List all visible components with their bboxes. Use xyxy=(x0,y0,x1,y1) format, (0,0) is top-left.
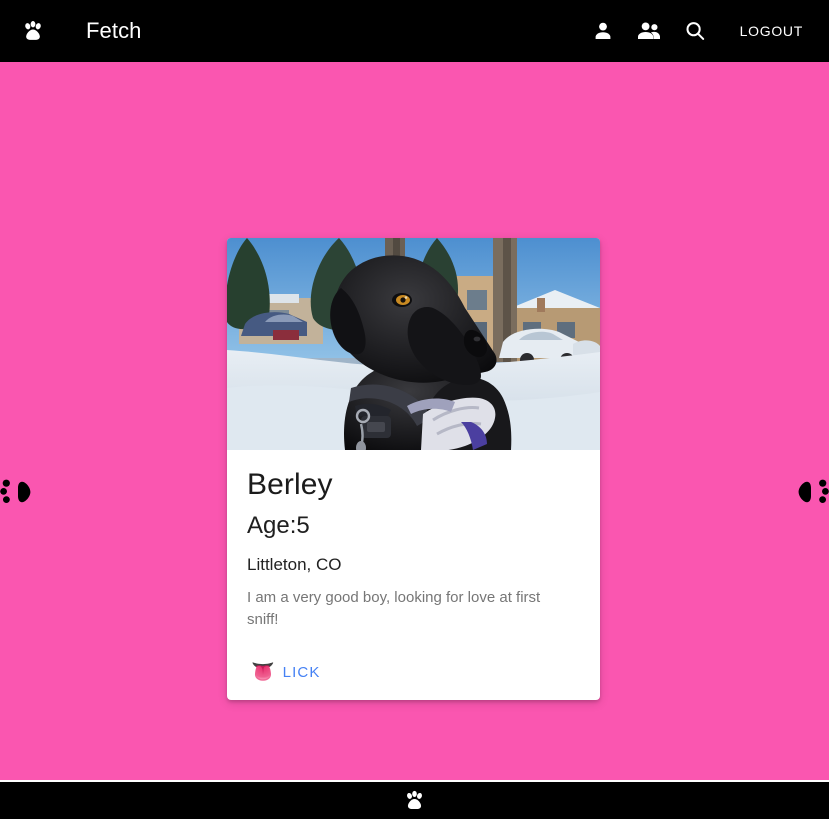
prev-dog-button[interactable] xyxy=(0,477,34,507)
brand-logo[interactable] xyxy=(20,18,46,44)
paw-left-icon xyxy=(0,479,31,503)
dog-card-actions: 👅 LICK xyxy=(227,631,600,700)
paw-right-icon xyxy=(798,479,829,503)
person-icon xyxy=(595,22,611,39)
dog-card-body: Berley Age:5 Littleton, CO I am a very g… xyxy=(227,450,600,631)
bottom-footer xyxy=(0,780,829,819)
people-icon xyxy=(637,22,660,39)
top-toolbar: Fetch LOGOUT xyxy=(0,0,829,62)
dog-photo xyxy=(227,238,600,450)
logout-button[interactable]: LOGOUT xyxy=(730,15,813,47)
next-dog-button[interactable] xyxy=(795,477,829,507)
toolbar-actions: LOGOUT xyxy=(580,8,813,54)
profile-button[interactable] xyxy=(580,8,626,54)
paw-icon xyxy=(25,21,41,40)
dog-description: I am a very good boy, looking for love a… xyxy=(247,589,541,628)
dog-photo-image xyxy=(227,238,600,450)
paw-icon[interactable] xyxy=(402,788,427,813)
dog-name: Berley xyxy=(247,468,333,501)
lick-button[interactable]: 👅 LICK xyxy=(247,661,324,684)
dog-location: Littleton, CO xyxy=(247,555,342,574)
main-stage: Berley Age:5 Littleton, CO I am a very g… xyxy=(0,62,829,780)
search-icon xyxy=(686,22,704,40)
search-button[interactable] xyxy=(672,8,718,54)
matches-button[interactable] xyxy=(626,8,672,54)
tongue-icon: 👅 xyxy=(251,662,275,683)
lick-button-label: LICK xyxy=(282,664,321,681)
dog-card[interactable]: Berley Age:5 Littleton, CO I am a very g… xyxy=(227,238,600,700)
app-title: Fetch xyxy=(86,18,142,43)
fetch-app: Fetch LOGOUT Berley Age:5 Littleton, CO … xyxy=(0,0,829,819)
dog-age: Age:5 xyxy=(247,512,310,539)
